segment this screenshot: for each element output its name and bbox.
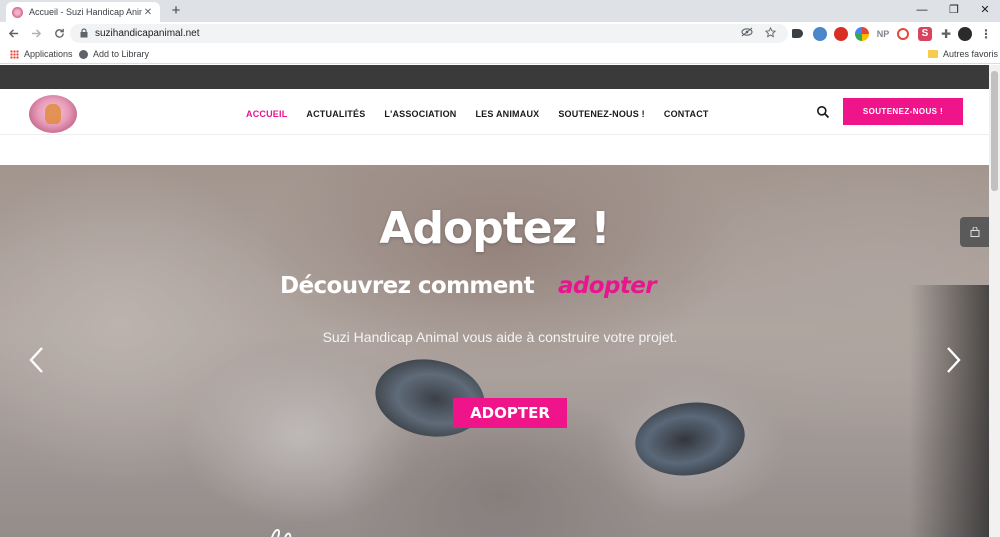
site-header: ACCUEIL ACTUALITÉS L'ASSOCIATION LES ANI… <box>0 89 989 135</box>
side-cart-tab[interactable] <box>960 217 989 247</box>
scrollbar-thumb[interactable] <box>991 71 998 191</box>
color-wheel-extension-icon[interactable] <box>855 27 869 41</box>
slider-prev-arrow-icon[interactable] <box>27 345 47 375</box>
search-icon[interactable] <box>816 105 830 119</box>
minimize-button[interactable]: — <box>907 3 937 17</box>
tag-extension-icon[interactable] <box>792 29 803 38</box>
back-arrow-icon <box>8 28 18 38</box>
hero-slider: Adoptez ! Découvrez comment adopter Suzi … <box>0 165 989 537</box>
site-logo[interactable] <box>29 95 77 133</box>
browser-toolbar: suzihandicapanimal.net NP S ✚ ⋮ <box>0 22 1000 46</box>
nav-item-soutenez[interactable]: SOUTENEZ-NOUS ! <box>558 109 645 119</box>
support-us-button[interactable]: SOUTENEZ-NOUS ! <box>843 98 963 125</box>
np-extension-icon[interactable]: NP <box>876 27 890 41</box>
cat-eye-right <box>630 395 750 483</box>
tab-title: Accueil - Suzi Handicap Animal <box>29 7 142 17</box>
decorative-script <box>271 529 292 537</box>
page-scrollbar[interactable] <box>989 65 1000 537</box>
menu-kebab-icon[interactable]: ⋮ <box>979 27 993 41</box>
tab-close-icon[interactable]: ✕ <box>142 7 154 18</box>
adopt-button[interactable]: ADOPTER <box>453 398 567 428</box>
tab-strip: Accueil - Suzi Handicap Animal ✕ + — ❐ ✕ <box>0 0 1000 22</box>
nav-item-contact[interactable]: CONTACT <box>664 109 709 119</box>
bookmark-apps[interactable]: Applications <box>10 49 73 59</box>
target-extension-icon[interactable] <box>897 28 909 40</box>
bookmark-add-to-library[interactable]: Add to Library <box>79 49 149 59</box>
forward-button[interactable] <box>26 27 46 42</box>
hero-description: Suzi Handicap Animal vous aide à constru… <box>322 329 678 345</box>
nav-item-accueil[interactable]: ACCUEIL <box>246 109 287 119</box>
site-top-bar <box>0 65 989 89</box>
hero-shadow <box>909 285 989 537</box>
reload-button[interactable] <box>49 27 69 42</box>
bookmark-other-favorites-label: Autres favoris <box>943 49 999 59</box>
browser-tab[interactable]: Accueil - Suzi Handicap Animal ✕ <box>6 2 160 22</box>
shield-extension-icon[interactable] <box>813 27 827 41</box>
close-window-button[interactable]: ✕ <box>970 3 1000 17</box>
s-extension-icon[interactable]: S <box>918 27 932 41</box>
hero-subtitle-accent: adopter <box>557 273 657 299</box>
bag-icon <box>970 227 979 237</box>
forward-arrow-icon <box>31 28 41 38</box>
folder-icon <box>928 50 938 58</box>
eye-off-icon[interactable] <box>741 27 753 40</box>
maximize-button[interactable]: ❐ <box>939 3 969 17</box>
globe-icon <box>79 49 88 59</box>
new-tab-button[interactable]: + <box>168 3 184 19</box>
back-button[interactable] <box>3 27 23 42</box>
main-nav: ACCUEIL ACTUALITÉS L'ASSOCIATION LES ANI… <box>246 109 728 119</box>
hero-title: Adoptez ! <box>379 203 610 254</box>
lock-icon <box>80 27 88 40</box>
url-text: suzihandicapanimal.net <box>95 28 200 39</box>
site-favicon-icon <box>12 6 23 18</box>
nav-item-association[interactable]: L'ASSOCIATION <box>384 109 456 119</box>
hero-subtitle-text: Découvrez comment <box>280 273 535 299</box>
bookmark-add-to-library-label: Add to Library <box>93 49 150 59</box>
bookmark-other-favorites[interactable]: Autres favoris <box>928 49 998 59</box>
reload-icon <box>54 28 64 38</box>
bookmark-star-icon[interactable] <box>764 26 777 41</box>
nav-item-animaux[interactable]: LES ANIMAUX <box>475 109 539 119</box>
bookmark-apps-label: Applications <box>24 49 73 59</box>
apps-grid-icon <box>10 49 19 59</box>
nav-item-actualites[interactable]: ACTUALITÉS <box>306 109 365 119</box>
address-bar[interactable]: suzihandicapanimal.net <box>70 24 788 43</box>
puzzle-extensions-icon[interactable]: ✚ <box>939 27 953 41</box>
bookmarks-bar: Applications Add to Library Autres favor… <box>0 46 1000 64</box>
slider-next-arrow-icon[interactable] <box>943 345 963 375</box>
hero-subtitle: Découvrez comment adopter <box>280 273 657 299</box>
web-page: ACCUEIL ACTUALITÉS L'ASSOCIATION LES ANI… <box>0 65 989 537</box>
record-extension-icon[interactable] <box>834 27 848 41</box>
header-spacer <box>0 136 989 165</box>
profile-avatar[interactable] <box>958 27 972 41</box>
